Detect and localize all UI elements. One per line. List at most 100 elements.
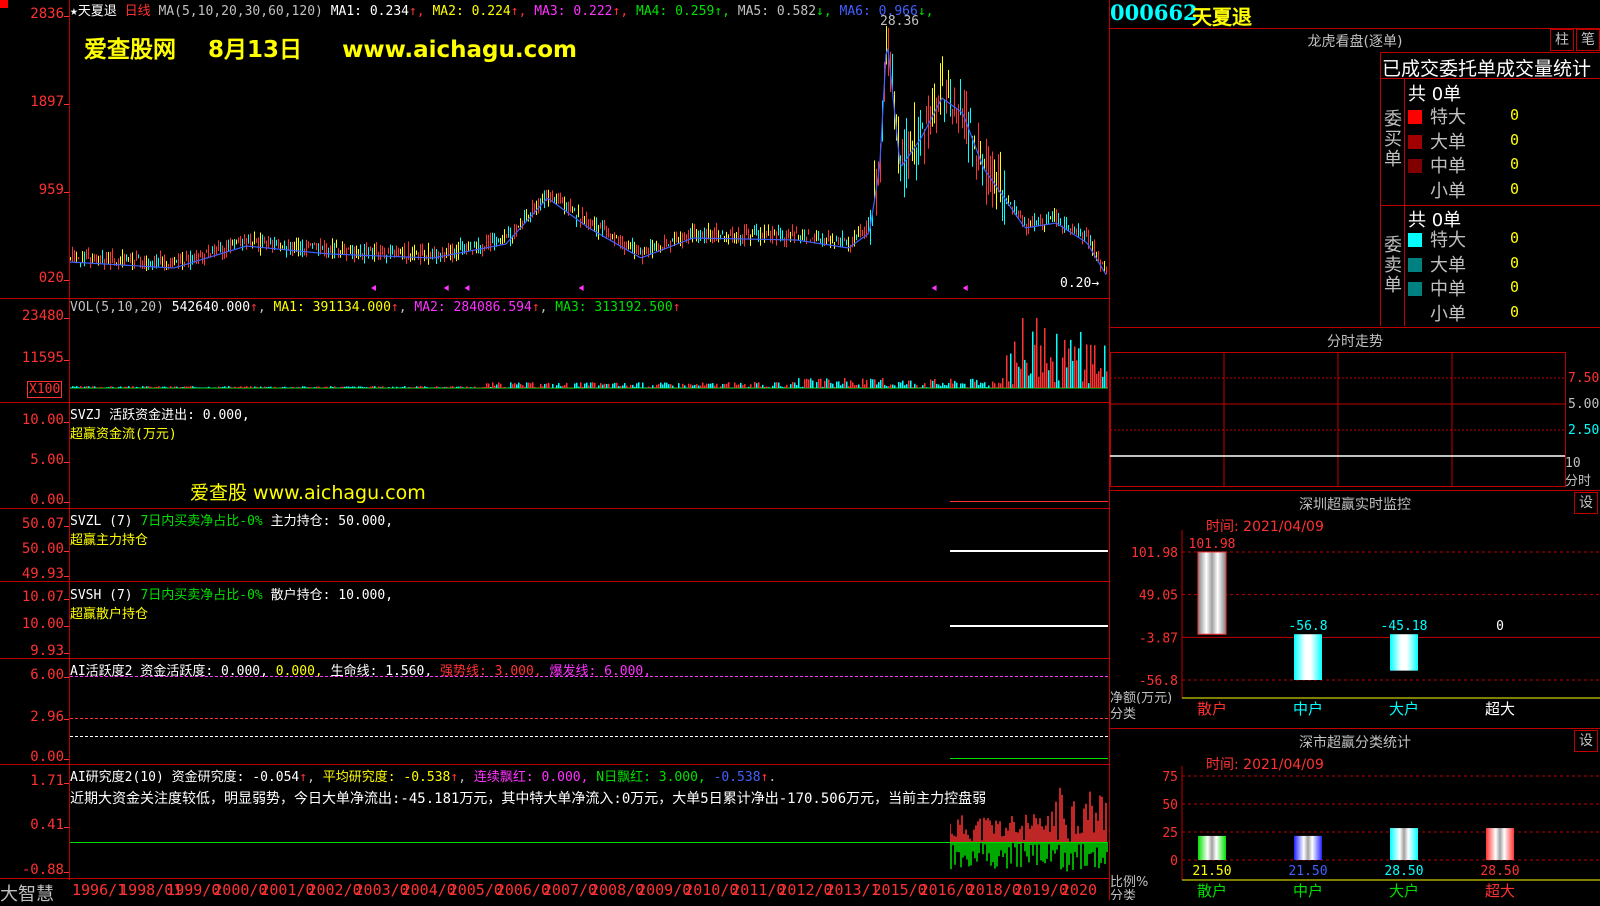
volume-bar	[1024, 360, 1026, 388]
volume-bar	[274, 387, 276, 388]
svzj-header: SVZJ 活跃资金进出: 0.000, 超赢资金流(万元)	[70, 404, 250, 442]
volume-bar	[562, 386, 564, 388]
volume-bar	[776, 382, 778, 388]
volume-bar	[350, 387, 352, 388]
volume-bar	[668, 384, 670, 388]
ai-active-axis-label: 2.96	[0, 709, 64, 725]
volume-bar	[998, 383, 1000, 388]
volume-bar	[802, 387, 804, 388]
monitor-bar-value: -45.18	[1381, 619, 1428, 634]
volume-bar	[684, 385, 686, 388]
volume-bar	[946, 385, 948, 388]
volume-bar	[888, 386, 890, 388]
classify-settings-button[interactable]: 设	[1574, 730, 1598, 752]
svsh-axis-label: 10.07	[0, 589, 64, 605]
volume-bar	[754, 382, 756, 388]
volume-bar	[664, 382, 666, 388]
volume-bar	[994, 383, 996, 388]
volume-bar	[522, 385, 524, 388]
volume-bar	[136, 387, 138, 388]
volume-bar	[728, 382, 730, 388]
volume-bar	[878, 382, 880, 388]
classify-category-label: 散户	[1197, 882, 1227, 900]
price-axis-label: 2836	[0, 6, 64, 22]
volume-bar	[620, 386, 622, 388]
volume-bar	[642, 383, 644, 388]
volume-bar	[534, 387, 536, 388]
volume-bar	[622, 385, 624, 388]
volume-bar	[812, 381, 814, 388]
volume-bar	[132, 386, 134, 388]
volume-bar	[720, 386, 722, 388]
volume-bar	[174, 386, 176, 388]
volume-bar	[206, 387, 208, 388]
chart-area[interactable]: ★天夏退 日线 MA(5,10,20,30,60,120) MA1: 0.234…	[0, 0, 1110, 900]
volume-bar	[128, 386, 130, 388]
volume-bar	[696, 384, 698, 388]
volume-bar	[330, 386, 332, 388]
sell-orders-label: 委卖单	[1384, 236, 1402, 296]
intraday-axis-label: 5.00	[1568, 397, 1599, 412]
price-axis-label: 959	[0, 182, 64, 198]
svzl-axis-label: 49.93	[0, 566, 64, 582]
volume-bar	[716, 384, 718, 388]
price-chart[interactable]	[70, 14, 1108, 298]
monitor-category-label: 中户	[1293, 700, 1323, 718]
volume-bar	[822, 387, 824, 388]
volume-bar	[358, 386, 360, 388]
volume-bar	[914, 384, 916, 388]
volume-bar	[558, 383, 560, 388]
intraday-axis-label: 7.50	[1568, 371, 1599, 386]
volume-bar	[962, 383, 964, 388]
volume-bar	[144, 387, 146, 388]
volume-bar	[308, 387, 310, 388]
volume-bar	[424, 386, 426, 388]
volume-bar	[418, 387, 420, 388]
price-axis-label: 020	[0, 270, 64, 286]
volume-bar	[826, 378, 828, 388]
volume-bar	[652, 385, 654, 388]
volume-bar	[672, 386, 674, 388]
order-size-label: 中单	[1430, 156, 1466, 177]
volume-bar	[1014, 342, 1016, 388]
volume-bar	[280, 387, 282, 388]
volume-bar	[634, 387, 636, 388]
svsh-axis-label: 9.93	[0, 643, 64, 659]
ai-research-axis-label: -0.88	[0, 862, 64, 878]
tick-mode-button[interactable]: 笔	[1576, 29, 1600, 51]
volume-bar	[1090, 345, 1092, 388]
volume-bar	[408, 387, 410, 388]
volume-bar	[416, 386, 418, 388]
volume-bar	[654, 387, 656, 388]
volume-bar	[156, 387, 158, 388]
volume-bar	[956, 383, 958, 388]
sell-row: 特大	[1408, 226, 1466, 252]
volume-bar	[682, 384, 684, 388]
svzj-line	[950, 501, 1108, 502]
volume-bar	[748, 387, 750, 388]
intraday-chart[interactable]	[1110, 352, 1600, 488]
volume-bar	[88, 386, 90, 388]
color-swatch-icon	[1408, 258, 1422, 272]
volume-bar	[854, 385, 856, 388]
volume-bar	[208, 387, 210, 388]
volume-bar	[582, 387, 584, 388]
volume-bar	[500, 384, 502, 388]
volume-bar	[490, 387, 492, 388]
volume-bar	[306, 387, 308, 388]
monitor-chart: 101.9849.05-3.87-56.8101.98散户-56.8中户-45.…	[1110, 530, 1600, 730]
volume-bar	[734, 382, 736, 388]
volume-bar	[142, 386, 144, 388]
volume-bar	[354, 387, 356, 388]
monitor-settings-button[interactable]: 设	[1574, 492, 1598, 514]
color-swatch-icon	[1408, 110, 1422, 124]
volume-bar	[588, 385, 590, 388]
bar-mode-button[interactable]: 柱	[1550, 29, 1574, 51]
volume-bar	[164, 387, 166, 388]
volume-bar	[470, 387, 472, 388]
vol-unit-badge[interactable]: X100	[27, 381, 62, 398]
volume-bar	[910, 381, 912, 388]
classify-unit-label: 比例%	[1110, 875, 1148, 890]
volume-bar	[360, 386, 362, 388]
intraday-axis-label: 2.50	[1568, 423, 1599, 438]
